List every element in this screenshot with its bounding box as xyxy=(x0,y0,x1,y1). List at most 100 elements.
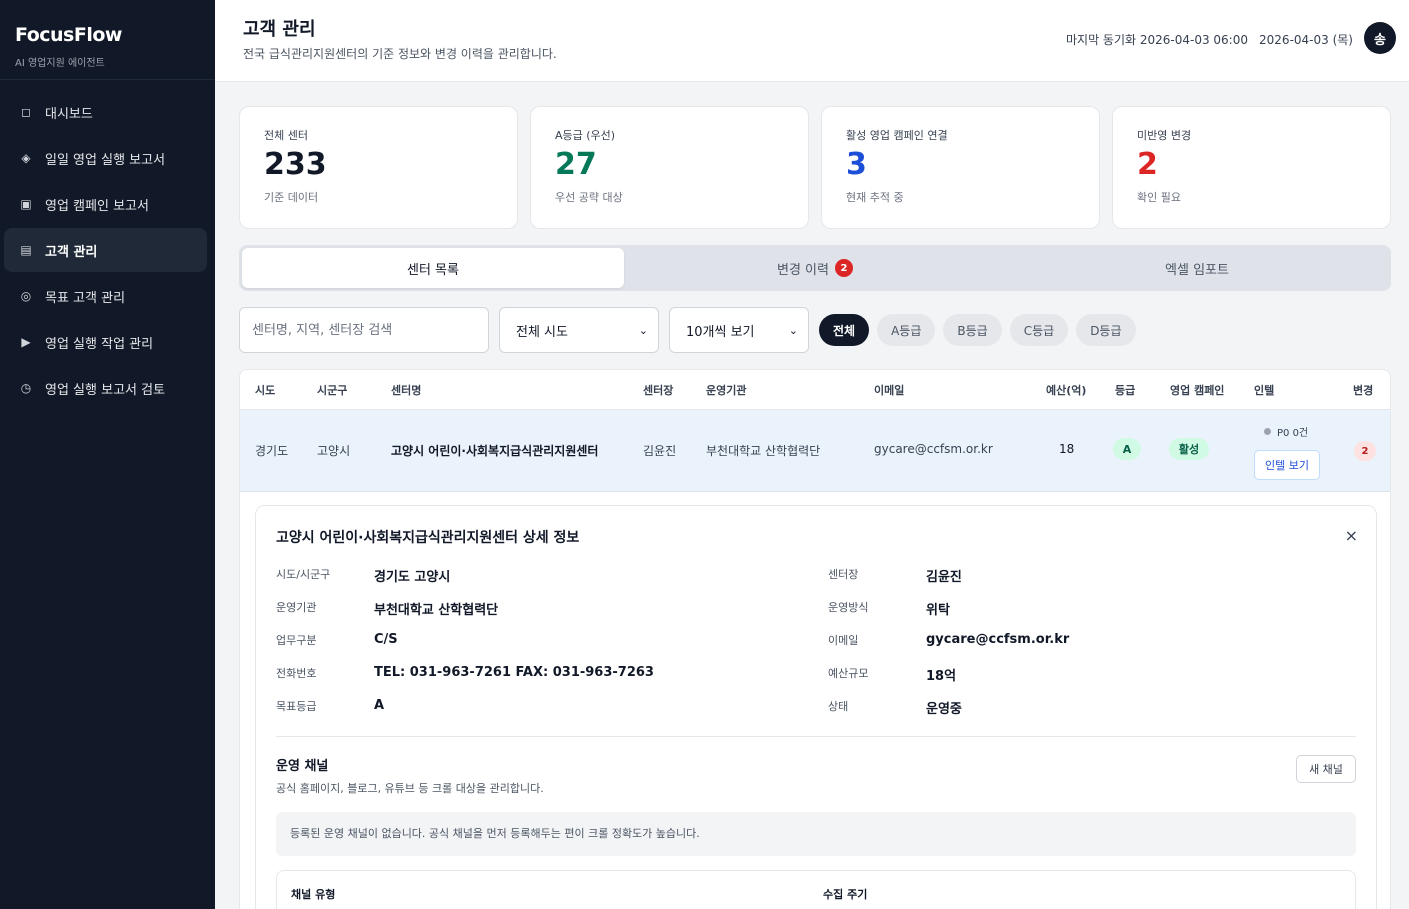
col-header-change[interactable]: 변경 xyxy=(1353,382,1373,398)
field-value: C/S xyxy=(374,632,398,647)
field-value: A xyxy=(374,698,385,713)
cell-name: 고양시 어린이·사회복지급식관리지원센터 xyxy=(391,444,599,458)
col-header-grade[interactable]: 등급 xyxy=(1115,382,1135,398)
grade-chip-a[interactable]: A등급 xyxy=(877,314,936,346)
table-row[interactable]: 경기도 고양시 고양시 어린이·사회복지급식관리지원센터 김윤진 부천대학교 산… xyxy=(240,410,1390,492)
play-icon: ▶ xyxy=(21,335,31,349)
col-header-org[interactable]: 운영기관 xyxy=(706,382,746,398)
dashboard-icon: ◻ xyxy=(21,105,31,119)
sidebar-item-label: 고객 관리 xyxy=(45,244,98,260)
stat-value: 2 xyxy=(1137,147,1158,182)
tab-change-history[interactable]: 변경 이력 2 xyxy=(624,248,1006,288)
grade-chip-c[interactable]: C등급 xyxy=(1009,314,1069,346)
col-header-intel[interactable]: 인텔 xyxy=(1254,382,1274,398)
field-label: 예산규모 xyxy=(828,667,869,680)
sidebar-item-campaign-report[interactable]: ▣ 영업 캠페인 보고서 xyxy=(4,182,207,226)
cell-sido: 경기도 xyxy=(255,444,289,458)
stat-label: 전체 센터 xyxy=(264,129,308,142)
field-label: 이메일 xyxy=(828,634,859,647)
sidebar-item-report-review[interactable]: ◷ 영업 실행 보고서 검토 xyxy=(4,366,207,410)
col-header-name[interactable]: 센터명 xyxy=(391,382,421,398)
sidebar-item-daily-report[interactable]: ◈ 일일 영업 실행 보고서 xyxy=(4,136,207,180)
field-label: 센터장 xyxy=(828,568,859,581)
field-label: 운영방식 xyxy=(828,601,869,614)
grade-chip-all[interactable]: 전체 xyxy=(819,314,870,346)
tab-excel-import[interactable]: 엑셀 임포트 xyxy=(1006,248,1388,288)
close-icon[interactable]: × xyxy=(1345,526,1358,545)
channel-form: 채널 유형 수집 주기 xyxy=(276,870,1356,909)
grade-chip-b[interactable]: B등급 xyxy=(943,314,1002,346)
sidebar-item-customers[interactable]: ▤ 고객 관리 xyxy=(4,228,207,272)
col-header-sigungu[interactable]: 시군구 xyxy=(317,382,347,398)
cell-email: gycare@ccfsm.or.kr xyxy=(874,442,993,456)
stat-label: 미반영 변경 xyxy=(1137,129,1192,142)
grade-badge: A xyxy=(1113,438,1141,460)
sidebar-item-task-management[interactable]: ▶ 영업 실행 작업 관리 xyxy=(4,320,207,364)
sidebar-item-label: 영업 실행 보고서 검토 xyxy=(45,382,166,398)
detail-title: 고양시 어린이·사회복지급식관리지원센터 상세 정보 xyxy=(276,530,580,546)
field-label: 업무구분 xyxy=(276,634,317,647)
clock-icon: ◷ xyxy=(20,381,32,395)
page-size-select[interactable]: 10개씩 보기 ⌄ xyxy=(669,307,809,353)
change-count-badge[interactable]: 2 xyxy=(1354,441,1376,461)
stat-note: 기준 데이터 xyxy=(264,191,319,204)
divider xyxy=(276,736,1356,737)
search-input[interactable] xyxy=(239,307,489,353)
campaign-status-badge: 활성 xyxy=(1169,438,1209,460)
cell-sigungu: 고양시 xyxy=(317,444,351,458)
stat-note: 확인 필요 xyxy=(1137,191,1181,204)
sidebar: FocusFlow AI 영업지원 에이전트 ◻ 대시보드 ◈ 일일 영업 실행… xyxy=(0,0,215,909)
stat-value: 233 xyxy=(264,147,327,182)
page-size-value: 10개씩 보기 xyxy=(686,324,755,340)
chevron-down-icon: ⌄ xyxy=(638,323,648,337)
field-value: TEL: 031-963-7261 FAX: 031-963-7263 xyxy=(374,665,654,680)
cell-org: 부천대학교 산학협력단 xyxy=(706,444,821,458)
field-value: 18억 xyxy=(926,669,957,684)
detail-panel: 고양시 어린이·사회복지급식관리지원센터 상세 정보 × 시도/시군구 경기도 … xyxy=(255,505,1377,909)
field-label: 운영기관 xyxy=(276,601,317,614)
channel-section-subtitle: 공식 홈페이지, 블로그, 유튜브 등 크롤 대상을 관리합니다. xyxy=(276,782,544,795)
col-header-sido[interactable]: 시도 xyxy=(255,382,275,398)
sidebar-item-target-customers[interactable]: ◎ 목표 고객 관리 xyxy=(4,274,207,318)
grade-chip-d[interactable]: D등급 xyxy=(1076,314,1136,346)
field-value: 경기도 고양시 xyxy=(374,570,451,585)
page-subtitle: 전국 급식관리지원센터의 기준 정보와 변경 이력을 관리합니다. xyxy=(243,47,557,61)
stat-card-total: 전체 센터 233 기준 데이터 xyxy=(239,106,518,229)
field-value: 김윤진 xyxy=(926,570,962,585)
stat-value: 3 xyxy=(846,147,867,182)
sidebar-item-label: 일일 영업 실행 보고서 xyxy=(45,152,166,168)
field-value: 운영중 xyxy=(926,702,962,717)
sidebar-item-label: 영업 캠페인 보고서 xyxy=(45,198,149,214)
status-dot-icon xyxy=(1264,428,1271,435)
header: 고객 관리 전국 급식관리지원센터의 기준 정보와 변경 이력을 관리합니다. … xyxy=(215,0,1409,82)
center-table: 시도 시군구 센터명 센터장 운영기관 이메일 예산(억) 등급 영업 캠페인 … xyxy=(239,369,1391,909)
tab-bar: 센터 목록 변경 이력 2 엑셀 임포트 xyxy=(239,245,1391,291)
col-header-budget[interactable]: 예산(억) xyxy=(1046,382,1086,398)
channel-section-title: 운영 채널 xyxy=(276,759,329,774)
col-header-director[interactable]: 센터장 xyxy=(643,382,673,398)
brand-title: FocusFlow xyxy=(15,24,122,46)
stat-card-grade-a: A등급 (우선) 27 우선 공략 대상 xyxy=(530,106,809,229)
tab-center-list[interactable]: 센터 목록 xyxy=(242,248,624,288)
new-channel-button[interactable]: 새 채널 xyxy=(1296,755,1356,783)
sidebar-item-dashboard[interactable]: ◻ 대시보드 xyxy=(4,90,207,134)
field-label: 상태 xyxy=(828,700,849,713)
intel-status-text: P0 0건 xyxy=(1277,428,1309,439)
field-label: 전화번호 xyxy=(276,667,317,680)
filter-bar: 전체 시도 ⌄ 10개씩 보기 ⌄ 전체 A등급 B등급 C등급 D등급 xyxy=(239,307,1391,353)
region-select-value: 전체 시도 xyxy=(516,324,568,340)
field-label: 시도/시군구 xyxy=(276,568,331,581)
sidebar-item-label: 대시보드 xyxy=(45,106,93,122)
sidebar-nav: ◻ 대시보드 ◈ 일일 영업 실행 보고서 ▣ 영업 캠페인 보고서 ▤ 고객 … xyxy=(0,80,215,410)
diamond-icon: ◈ xyxy=(21,151,31,165)
stat-note: 우선 공략 대상 xyxy=(555,191,623,204)
stat-note: 현재 추적 중 xyxy=(846,191,904,204)
avatar[interactable]: 송 xyxy=(1364,22,1396,54)
col-header-campaign[interactable]: 영업 캠페인 xyxy=(1170,382,1224,398)
main-content: 고객 관리 전국 급식관리지원센터의 기준 정보와 변경 이력을 관리합니다. … xyxy=(215,0,1409,909)
region-select[interactable]: 전체 시도 ⌄ xyxy=(499,307,659,353)
cell-director: 김윤진 xyxy=(643,444,677,458)
col-header-email[interactable]: 이메일 xyxy=(874,382,904,398)
field-value: 부천대학교 산학협력단 xyxy=(374,603,499,618)
view-intel-button[interactable]: 인텔 보기 xyxy=(1254,450,1320,480)
